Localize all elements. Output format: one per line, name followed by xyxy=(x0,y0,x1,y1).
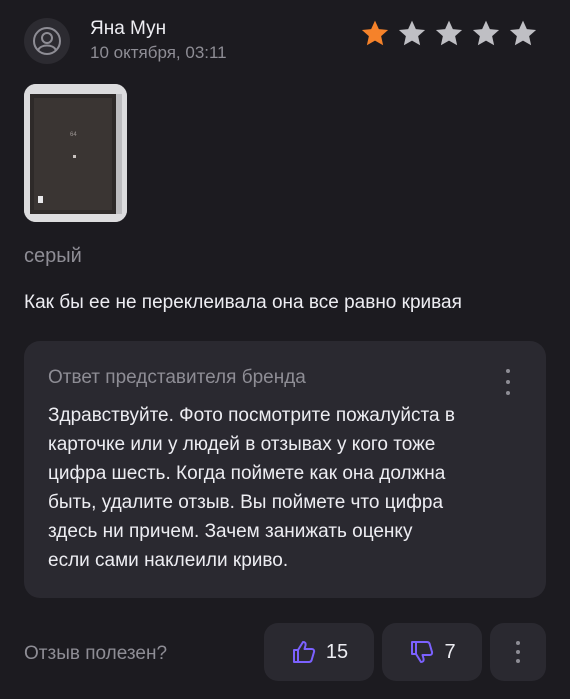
star-icon xyxy=(435,20,463,46)
dot xyxy=(516,641,520,645)
reply-title: Ответ представителя бренда xyxy=(48,367,306,388)
dot xyxy=(506,380,510,384)
svg-text:64: 64 xyxy=(70,132,77,138)
star-icon xyxy=(398,20,426,46)
star-icon xyxy=(509,20,537,46)
reply-line: здесь ни причем. Зачем занижать оценку xyxy=(48,521,413,542)
dislike-button[interactable]: 7 xyxy=(382,623,482,681)
like-count: 15 xyxy=(325,640,349,663)
dislike-count: 7 xyxy=(444,640,456,663)
door-photo: 64 xyxy=(24,84,127,222)
helpful-label: Отзыв полезен? xyxy=(24,643,168,664)
thumbs-up-icon xyxy=(292,641,315,663)
like-button[interactable]: 15 xyxy=(264,623,374,681)
star-icon xyxy=(361,20,389,46)
product-variant: серый xyxy=(24,245,82,267)
dot xyxy=(516,650,520,654)
reply-line: быть, удалите отзыв. Вы поймете что цифр… xyxy=(48,492,444,513)
thumbs-down-icon xyxy=(411,641,434,663)
dot xyxy=(516,659,520,663)
dot xyxy=(506,391,510,395)
rating-stars xyxy=(358,18,540,50)
reply-line: если сами наклеили криво. xyxy=(48,550,289,571)
review-text: Как бы ее не переклеивала она все равно … xyxy=(24,292,462,313)
reply-text: Здравствуйте. Фото посмотрите пожалуйста… xyxy=(48,401,528,575)
brand-reply-card: Ответ представителя бренда Здравствуйте.… xyxy=(24,341,546,598)
more-options-button[interactable] xyxy=(490,623,546,681)
author-name: Яна Мун xyxy=(90,18,167,39)
reply-line: цифра шесть. Когда поймете как она должн… xyxy=(48,463,446,484)
review-photo[interactable]: 64 xyxy=(24,84,127,222)
reply-line: карточке или у людей в отзывах у кого то… xyxy=(48,434,436,455)
review-date: 10 октября, 03:11 xyxy=(90,43,227,62)
reply-line: Здравствуйте. Фото посмотрите пожалуйста… xyxy=(48,405,455,426)
avatar xyxy=(24,18,70,64)
star-icon xyxy=(472,20,500,46)
reply-menu-button[interactable] xyxy=(498,365,518,399)
user-icon xyxy=(33,27,61,55)
dot xyxy=(506,369,510,373)
